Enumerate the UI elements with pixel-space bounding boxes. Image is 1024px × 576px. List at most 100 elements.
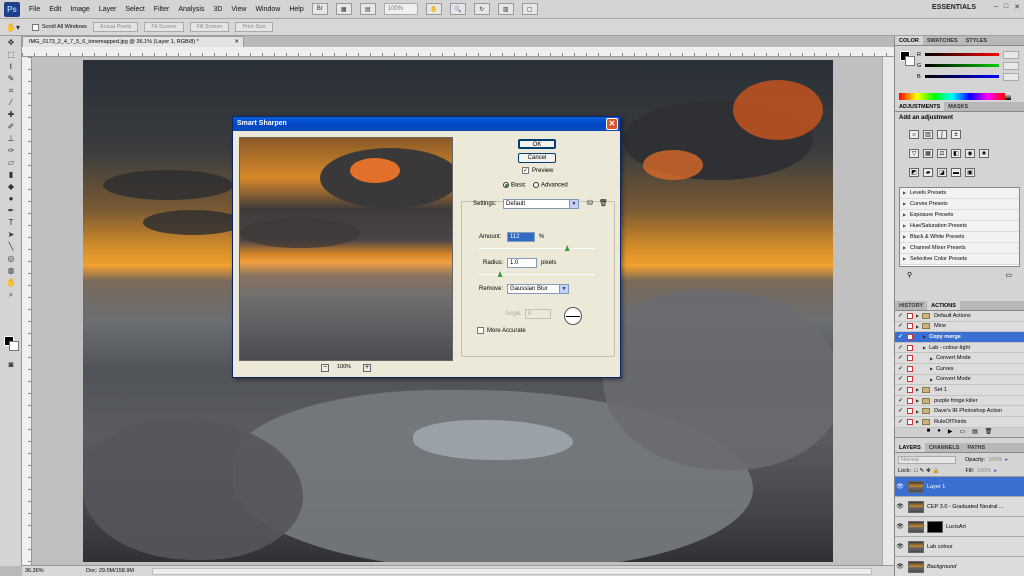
more-accurate-checkbox[interactable]: More Accurate [477,327,526,334]
toggle-item-checkbox-icon[interactable]: ✓ [898,323,904,329]
advanced-radio[interactable]: Advanced [533,182,568,189]
dialog-toggle-icon[interactable] [907,312,913,319]
menu-filter[interactable]: Filter [154,6,170,13]
pen-tool-icon[interactable]: ✒ [4,206,18,216]
play-icon[interactable]: ▶ [948,428,953,437]
print-size-button[interactable]: Print Size [235,22,274,32]
marquee-tool-icon[interactable]: ⬚ [4,50,18,60]
new-set-icon[interactable]: ▭ [959,428,965,437]
zoom-out-button[interactable]: − [321,364,329,372]
eyedropper-tool-icon[interactable]: ⁄ [4,98,18,108]
settings-select[interactable]: Default ▼ [503,199,579,209]
expand-triangle-icon[interactable]: ▶ [916,387,919,392]
menu-edit[interactable]: Edit [49,6,61,13]
blue-slider-bar[interactable] [924,75,999,78]
eraser-tool-icon[interactable]: ▱ [4,158,18,168]
exposure-icon[interactable]: ± [951,130,961,139]
dialog-toggle-icon[interactable] [907,344,913,351]
invert-icon[interactable]: ◩ [909,168,919,177]
eye-icon[interactable]: 👁 [895,563,905,570]
curves-icon[interactable]: ∫ [937,130,947,139]
opacity-value[interactable]: 100% [988,457,1002,463]
minimize-button[interactable]: – [994,3,998,11]
document-tab[interactable]: IMG_0173_2_4_7_5_6_tonemapped.jpg @ 36.1… [22,36,244,47]
mini-bridge-icon[interactable]: ▦ [335,3,352,15]
eye-icon[interactable]: 👁 [895,523,905,530]
scroll-all-windows-checkbox[interactable]: Scroll All Windows [31,23,87,31]
list-item[interactable]: ✓ ▶ Mine [895,321,1024,333]
dialog-toggle-icon[interactable] [907,333,913,340]
vibrance-icon[interactable]: ▽ [909,149,919,158]
tab-layers[interactable]: LAYERS [895,443,925,452]
list-item[interactable]: ✓ ▶ purple fringe killer [895,395,1024,407]
layer-row[interactable]: 👁 Lab colour [895,537,1024,557]
expand-triangle-icon[interactable]: ▶ [916,419,919,424]
eye-icon[interactable]: 👁 [895,543,905,550]
fill-arrow-icon[interactable]: ▸ [994,468,997,474]
ok-button[interactable]: OK [518,139,556,149]
maximize-button[interactable]: □ [1004,3,1008,11]
list-item[interactable]: Hue/Saturation Presets [900,221,1019,232]
eye-icon[interactable]: 👁 [895,503,905,510]
list-item[interactable]: ✓ ▶ RuleOfThirds [895,416,1024,428]
expand-triangle-icon[interactable]: ▶ [923,334,926,339]
menu-3d[interactable]: 3D [213,6,222,13]
fill-screen-button[interactable]: Fill Screen [189,22,230,32]
list-item[interactable]: ✓ ▶ Convert Mode [895,374,1024,386]
delete-icon[interactable]: 🗑 [985,428,993,437]
zoom-tool-icon[interactable]: 🔍 [449,3,466,15]
path-selection-tool-icon[interactable]: ➤ [4,230,18,240]
list-item[interactable]: Exposure Presets [900,210,1019,221]
cancel-button[interactable]: Cancel [518,153,556,163]
list-item[interactable]: Channel Mixer Presets [900,243,1019,254]
dialog-toggle-icon[interactable] [907,376,913,383]
black-white-icon[interactable]: ◧ [951,149,961,158]
tab-actions[interactable]: ACTIONS [927,301,960,310]
dialog-title-bar[interactable]: Smart Sharpen ✕ [233,117,620,131]
menu-layer[interactable]: Layer [99,6,117,13]
amount-field[interactable]: 112 [507,232,535,242]
toggle-item-checkbox-icon[interactable]: ✓ [898,366,904,372]
expand-triangle-icon[interactable]: ▶ [916,409,919,414]
expand-triangle-icon[interactable]: ▶ [923,345,926,350]
fit-screen-button[interactable]: Fit Screen [144,22,184,32]
healing-brush-tool-icon[interactable]: ✚ [4,110,18,120]
toggle-item-checkbox-icon[interactable]: ✓ [898,376,904,382]
toggle-item-checkbox-icon[interactable]: ✓ [898,345,904,351]
menu-help[interactable]: Help [289,6,303,13]
layer-row[interactable]: 👁 LucisArt [895,517,1024,537]
expand-triangle-icon[interactable]: ▶ [930,366,933,371]
save-settings-icon[interactable]: ⛁ [587,199,593,207]
blue-slider[interactable]: B [895,71,1024,82]
type-tool-icon[interactable]: T [4,218,18,228]
green-slider-bar[interactable] [925,64,1000,67]
preview-checkbox[interactable]: Preview [522,167,553,174]
channel-mixer-icon[interactable]: ❀ [979,149,989,158]
brush-tool-icon[interactable]: ✐ [4,122,18,132]
close-document-icon[interactable]: ✕ [234,37,239,47]
close-button[interactable]: ✕ [1014,3,1020,11]
color-balance-icon[interactable]: ⚖ [937,149,947,158]
red-value-field[interactable] [1002,50,1019,59]
list-item[interactable]: ✓ ▶ Convert Mode [895,353,1024,364]
arrange-documents-icon[interactable]: ▥ [497,3,514,15]
clone-stamp-tool-icon[interactable]: ⊥ [4,134,18,144]
view-extras-icon[interactable]: ▤ [359,3,376,15]
green-value-field[interactable] [1003,61,1020,70]
dialog-toggle-icon[interactable] [907,418,913,425]
zoom-readout[interactable]: 36.36% [22,568,46,574]
close-icon[interactable]: ✕ [606,118,618,130]
layer-row[interactable]: 👁 Background [895,557,1024,576]
zoom-in-button[interactable]: + [363,364,371,372]
dialog-toggle-icon[interactable] [907,397,913,404]
list-item[interactable]: ✓ ▶ Dave's IR Photoshop Action [895,406,1024,417]
dialog-toggle-icon[interactable] [907,365,913,372]
radius-field[interactable]: 1.0 [507,258,537,268]
eye-icon[interactable]: 👁 [895,483,905,490]
shape-tool-icon[interactable]: ╲ [4,242,18,252]
toggle-item-checkbox-icon[interactable]: ✓ [898,355,904,361]
menu-select[interactable]: Select [125,6,144,13]
document-size-readout[interactable]: Doc: 29.0M/158.9M [86,568,146,574]
radius-slider[interactable] [479,274,595,275]
threshold-icon[interactable]: ◪ [937,168,947,177]
